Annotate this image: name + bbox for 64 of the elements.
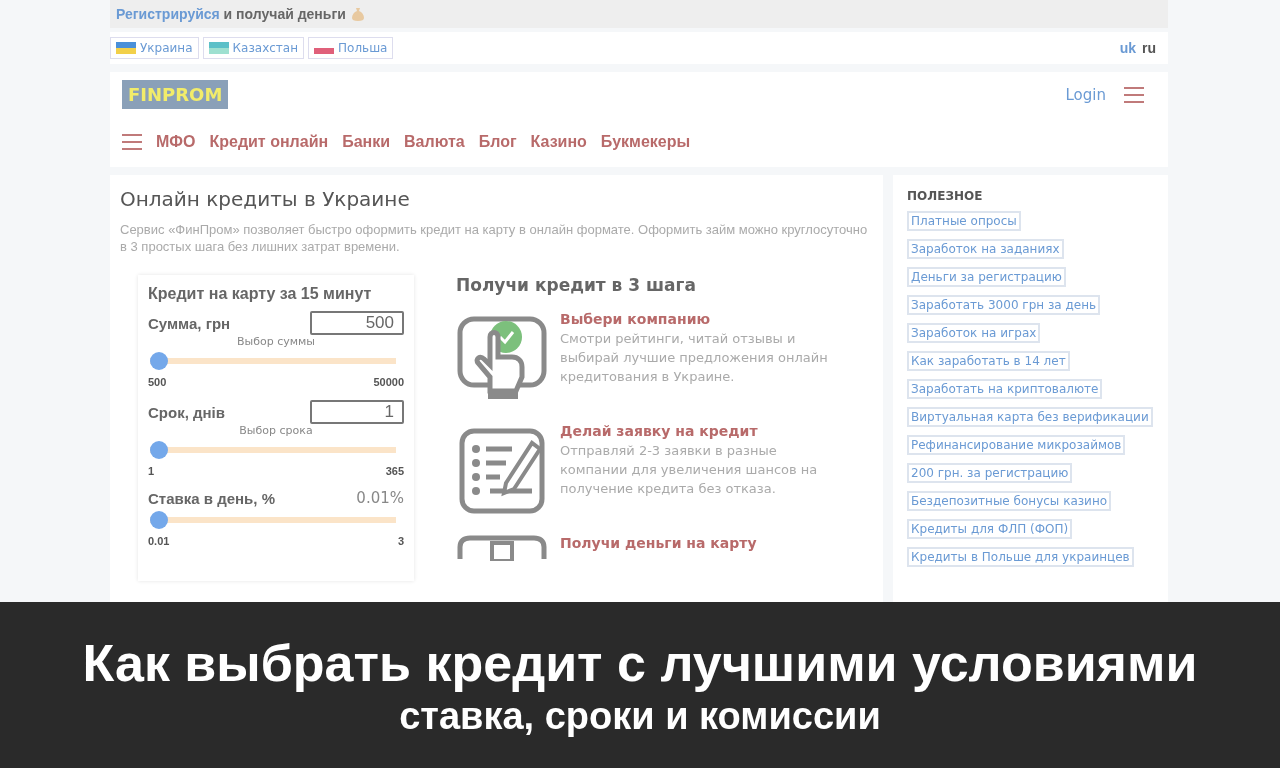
sidebar-link[interactable]: Кредиты в Польше для украинцев bbox=[907, 547, 1134, 567]
sidebar-link[interactable]: Заработок на заданиях bbox=[907, 239, 1064, 259]
country-tab[interactable]: Польша bbox=[308, 37, 394, 59]
nav-link[interactable]: МФО bbox=[156, 133, 196, 151]
banner-title: Как выбрать кредит с лучшими условиями bbox=[82, 632, 1198, 693]
banknote-icon bbox=[456, 535, 548, 561]
nav-link[interactable]: Валюта bbox=[404, 133, 465, 151]
range-max: 365 bbox=[385, 465, 404, 477]
nav-link[interactable]: Букмекеры bbox=[600, 133, 691, 151]
page-title: Онлайн кредиты в Украине bbox=[120, 187, 411, 211]
nav-link[interactable]: Блог bbox=[478, 133, 517, 151]
sidebar-link[interactable]: Как заработать в 14 лет bbox=[907, 351, 1070, 371]
sidebar-link[interactable]: Заработать на криптовалюте bbox=[907, 379, 1103, 399]
sidebar-link[interactable]: Платные опросы bbox=[907, 211, 1021, 231]
nav-link[interactable]: Кредит онлайн bbox=[209, 133, 329, 151]
range-max: 50000 bbox=[373, 376, 404, 388]
rate-value: 0.01% bbox=[356, 489, 404, 507]
nav-link[interactable]: Банки bbox=[342, 133, 391, 151]
step-text: Смотри рейтинги, читай отзывы и выбирай лучшие предложения онлайн кредитования в Украине. bbox=[560, 330, 829, 386]
country-tab[interactable]: Украина bbox=[110, 37, 199, 59]
range-min: 1 bbox=[148, 465, 155, 477]
sidebar-link[interactable]: Заработок на играх bbox=[907, 323, 1041, 343]
step-text: Отправляй 2-3 заявки в разные компании для увеличения шансов на получение кредита без отказа. bbox=[560, 442, 819, 498]
register-link[interactable]: Регистрируйся bbox=[116, 6, 220, 22]
language-link[interactable]: ru bbox=[1142, 40, 1156, 56]
banner-subtitle: ставка, сроки и комиссии bbox=[399, 694, 881, 738]
sidebar-link[interactable]: Рефинансирование микрозаймов bbox=[907, 435, 1126, 455]
field-label: Сумма, грн bbox=[148, 314, 231, 332]
sidebar-title: ПОЛЕЗНОЕ bbox=[907, 189, 983, 203]
calculator-title: Кредит на карту за 15 минут bbox=[148, 285, 373, 303]
promo-text: Регистрируйся и получай деньги bbox=[116, 6, 346, 22]
sidebar-link[interactable]: Кредиты для ФЛП (ФОП) bbox=[907, 519, 1073, 539]
field-label: Срок, днів bbox=[148, 403, 225, 421]
country-tab[interactable]: Казахстан bbox=[202, 37, 305, 59]
slider-hint: Выбор суммы bbox=[235, 335, 317, 348]
slider-thumb[interactable] bbox=[150, 352, 168, 370]
steps-title: Получи кредит в 3 шага bbox=[456, 275, 697, 295]
nav-link[interactable]: Казино bbox=[530, 133, 587, 151]
sidebar-link[interactable]: Заработать 3000 грн за день bbox=[907, 295, 1101, 315]
slider-thumb[interactable] bbox=[150, 441, 168, 459]
flag-icon bbox=[116, 42, 136, 54]
sidebar-link[interactable]: 200 грн. за регистрацию bbox=[907, 463, 1073, 483]
range-max: 3 bbox=[397, 535, 404, 547]
sidebar-link[interactable]: Деньги за регистрацию bbox=[907, 267, 1066, 287]
menu-icon[interactable] bbox=[122, 134, 142, 150]
site-logo[interactable]: FINPROM bbox=[122, 80, 229, 109]
flag-icon bbox=[208, 42, 229, 54]
language-link[interactable]: uk bbox=[1119, 40, 1136, 56]
sidebar-link[interactable]: Бездепозитные бонусы казино bbox=[907, 491, 1112, 511]
step-title: Получи деньги на карту bbox=[560, 535, 757, 551]
range-min: 500 bbox=[148, 376, 167, 388]
step-title: Выбери компанию bbox=[560, 311, 712, 327]
input-field[interactable]: 1 bbox=[310, 400, 404, 424]
sidebar-link[interactable]: Виртуальная карта без верификации bbox=[907, 407, 1153, 427]
step-title: Делай заявку на кредит bbox=[560, 423, 759, 439]
field-label: Ставка в день, % bbox=[148, 489, 275, 507]
intro-text: Сервис «ФинПром» позволяет быстро оформить кредит на карту в онлайн формате. Оформить займ можно круглосуточно в 3 простых шага без лишних затрат времени. bbox=[120, 221, 869, 255]
money-bag-icon bbox=[351, 7, 364, 21]
menu-icon[interactable] bbox=[1124, 86, 1144, 103]
range-min: 0.01 bbox=[148, 535, 170, 547]
login-link[interactable]: Login bbox=[1065, 85, 1106, 104]
slider-hint: Выбор срока bbox=[238, 424, 314, 437]
input-field[interactable]: 500 bbox=[310, 311, 404, 335]
slider-thumb[interactable] bbox=[150, 511, 168, 529]
